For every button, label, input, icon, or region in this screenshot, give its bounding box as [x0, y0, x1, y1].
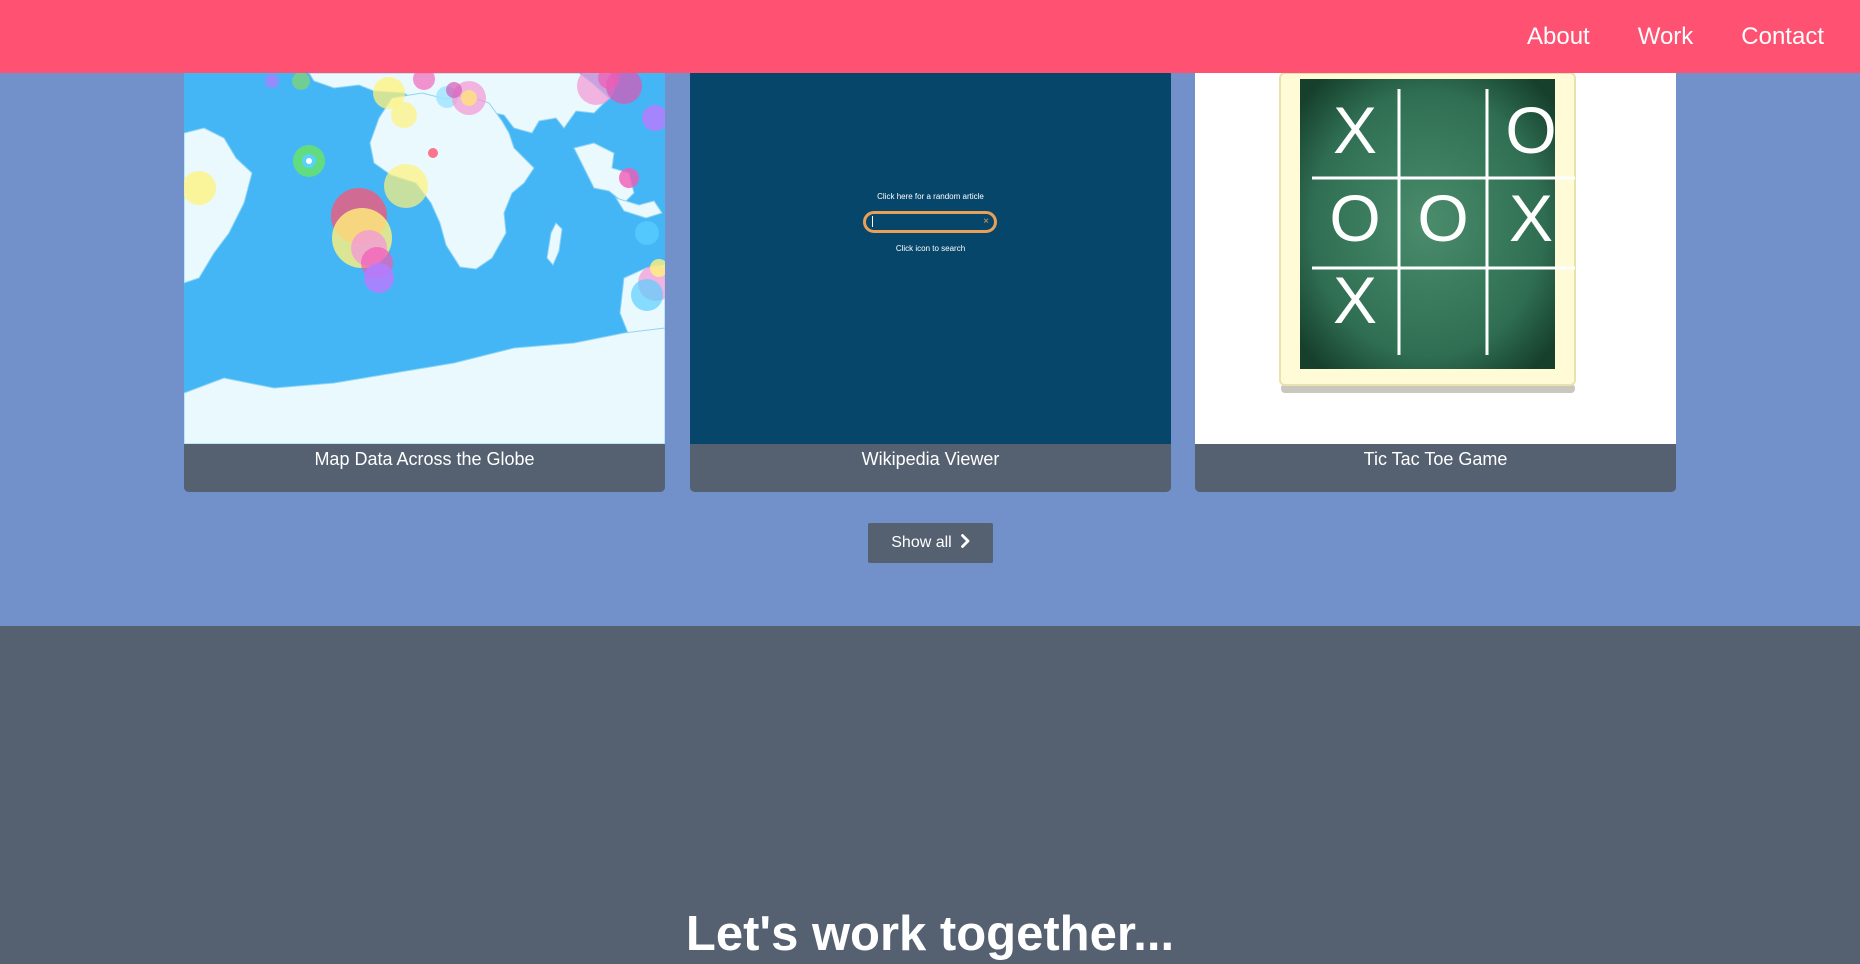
o-mark: O	[1329, 181, 1380, 255]
work-section: Map Data Across the Globe Click here for…	[0, 0, 1860, 626]
chevron-right-icon	[960, 533, 970, 553]
show-all-label: Show all	[891, 534, 952, 551]
top-navbar: About Work Contact	[0, 0, 1860, 73]
project-card-map-data[interactable]: Map Data Across the Globe	[184, 73, 665, 492]
nav-link-work[interactable]: Work	[1638, 23, 1694, 51]
tic-tac-toe-thumbnail: XOOOXX	[1195, 73, 1676, 444]
world-map-thumbnail	[184, 73, 665, 444]
text-caret	[872, 216, 873, 227]
contact-heading: Let's work together...	[685, 907, 1175, 961]
project-card-tic-tac-toe[interactable]: XOOOXX Tic Tac Toe Game	[1195, 73, 1676, 492]
project-card-wikipedia-viewer[interactable]: Click here for a random article × Click …	[690, 73, 1171, 492]
o-mark: O	[1505, 93, 1556, 167]
project-title: Map Data Across the Globe	[184, 444, 665, 492]
wikipedia-viewer-thumbnail: Click here for a random article × Click …	[690, 73, 1171, 444]
nav-link-contact[interactable]: Contact	[1741, 23, 1824, 51]
wiki-random-article-link: Click here for a random article	[877, 192, 984, 201]
wiki-search-hint: Click icon to search	[895, 244, 966, 253]
wiki-search-input-preview: ×	[863, 211, 997, 233]
nav-link-about[interactable]: About	[1527, 23, 1590, 51]
show-all-button[interactable]: Show all	[868, 523, 993, 563]
close-icon: ×	[983, 216, 989, 227]
contact-section: Let's work together...	[0, 626, 1860, 964]
x-mark: X	[1333, 263, 1377, 337]
x-mark: X	[1509, 181, 1553, 255]
project-title: Wikipedia Viewer	[690, 444, 1171, 492]
o-mark: O	[1417, 181, 1468, 255]
project-title: Tic Tac Toe Game	[1195, 444, 1676, 492]
x-mark: X	[1333, 93, 1377, 167]
